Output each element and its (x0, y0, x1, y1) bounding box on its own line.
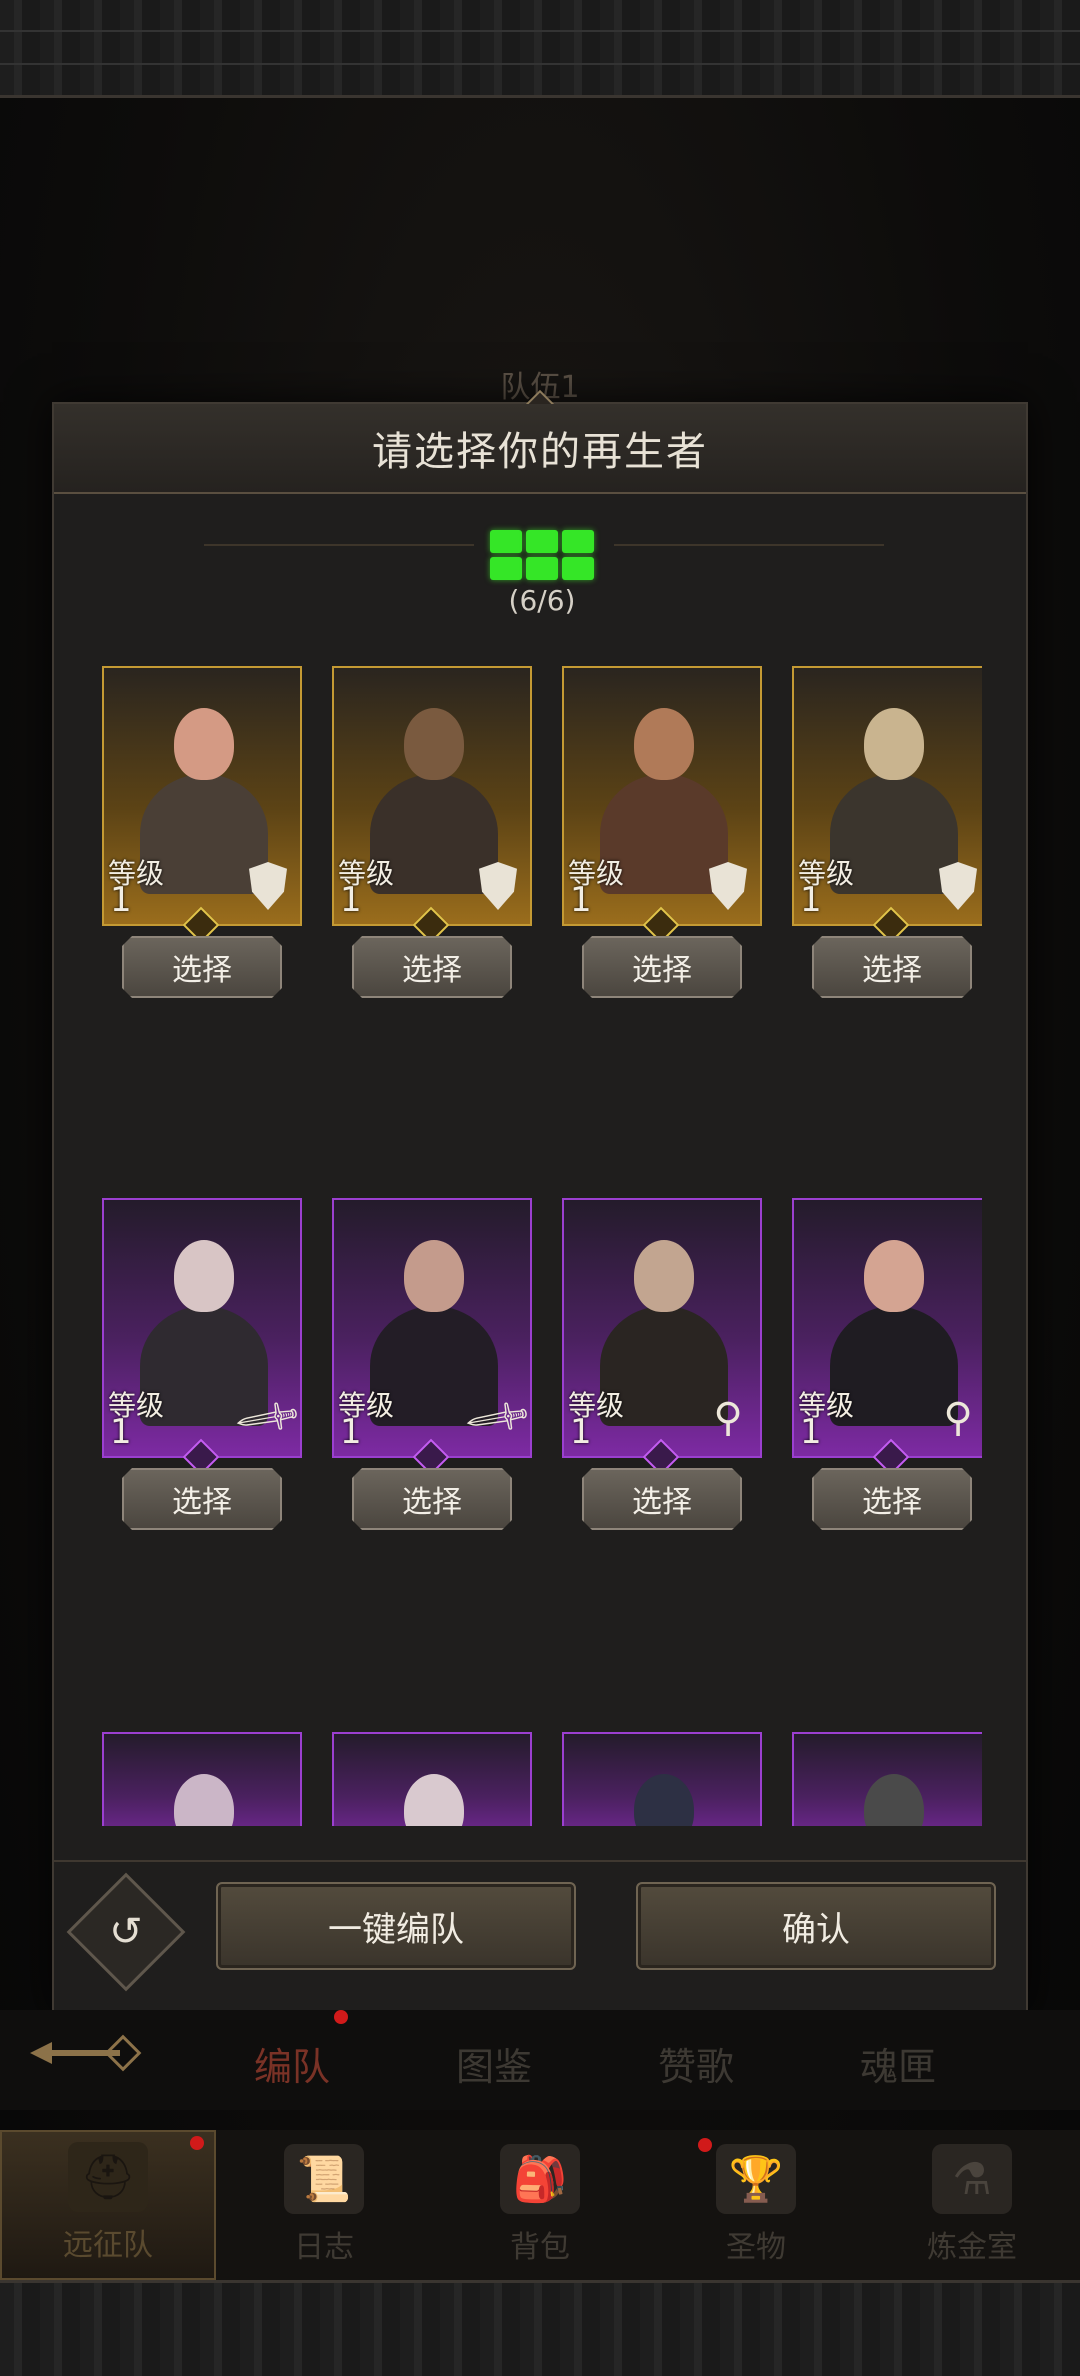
notification-dot (334, 2010, 348, 2024)
nav-label: 背包 (510, 2230, 570, 2265)
level-value: 1 (570, 880, 592, 920)
staff-icon: ⚲ (713, 1395, 743, 1441)
reset-button[interactable]: ↺ (66, 1872, 186, 1992)
sword-icon: 🗡 (460, 1381, 532, 1456)
hero-card (332, 1732, 532, 1826)
tab-formation[interactable]: 编队 (222, 2036, 362, 2091)
select-button[interactable]: 选择 (352, 936, 512, 998)
level-value: 1 (800, 880, 822, 920)
auto-team-button[interactable]: 一键编队 (216, 1882, 576, 1970)
shield-icon (706, 858, 750, 914)
notification-dot (190, 2136, 204, 2150)
shield-icon (476, 858, 520, 914)
bottom-ornament (0, 2280, 1080, 2376)
select-button[interactable]: 选择 (122, 1468, 282, 1530)
nav-backpack[interactable]: 🎒 背包 (432, 2130, 648, 2280)
bottom-navigation: ⛑ 远征队 📜 日志 🎒 背包 🏆 圣物 ⚗ 炼金室 (0, 2130, 1080, 2280)
screen: 队伍1 请选择你的再生者 (6/6) 等级 1 选择 等级 1 选择 等级 1 … (0, 0, 1080, 2376)
nav-label: 远征队 (63, 2228, 153, 2263)
hero-portrait[interactable]: 等级 1 (562, 666, 762, 926)
confirm-button[interactable]: 确认 (636, 1882, 996, 1970)
dialog-title: 请选择你的再生者 (372, 429, 708, 475)
horned-helmet-icon: ⛑ (68, 2142, 148, 2212)
hero-card: 等级 1 ⚲ 选择 (792, 1198, 982, 1518)
level-value: 1 (340, 1412, 362, 1452)
staff-icon: ⚲ (943, 1395, 973, 1441)
notification-dot (698, 2138, 712, 2152)
hero-card: 等级 1 ⚲ 选择 (562, 1198, 762, 1518)
slots-count: (6/6) (508, 584, 576, 617)
shield-icon (936, 858, 980, 914)
level-value: 1 (110, 880, 132, 920)
level-value: 1 (110, 1412, 132, 1452)
scroll-icon: 📜 (284, 2144, 364, 2214)
backpack-icon: 🎒 (500, 2144, 580, 2214)
level-value: 1 (800, 1412, 822, 1452)
nav-label: 日志 (294, 2230, 354, 2265)
tab-soul-box[interactable]: 魂匣 (828, 2036, 968, 2091)
tab-codex[interactable]: 图鉴 (424, 2036, 564, 2091)
nav-label: 炼金室 (927, 2230, 1017, 2265)
nav-alchemy[interactable]: ⚗ 炼金室 (864, 2130, 1080, 2280)
undo-icon: ↺ (109, 1908, 143, 1955)
hero-portrait[interactable]: 等级 1 🗡 (102, 1198, 302, 1458)
hero-card: 等级 1 选择 (562, 666, 762, 986)
dialog-header: 请选择你的再生者 (54, 404, 1026, 494)
hero-card (562, 1732, 762, 1826)
nav-relics[interactable]: 🏆 圣物 (648, 2130, 864, 2280)
hero-card (102, 1732, 302, 1826)
select-button[interactable]: 选择 (582, 1468, 742, 1530)
hero-portrait[interactable]: 等级 1 (792, 666, 982, 926)
select-button[interactable]: 选择 (352, 1468, 512, 1530)
hero-portrait[interactable]: 等级 1 (102, 666, 302, 926)
hero-list[interactable]: 等级 1 选择 等级 1 选择 等级 1 选择 等级 1 选择 等级 1 🗡 选… (102, 666, 982, 1826)
hero-portrait[interactable] (792, 1732, 982, 1826)
sub-tab-bar: 编队 图鉴 赞歌 魂匣 (0, 2010, 1080, 2110)
hero-card: 等级 1 🗡 选择 (102, 1198, 302, 1518)
select-regenerator-dialog: 请选择你的再生者 (6/6) 等级 1 选择 等级 1 选择 等级 1 选择 等… (52, 389, 1028, 2014)
nav-journal[interactable]: 📜 日志 (216, 2130, 432, 2280)
nav-label: 圣物 (726, 2230, 786, 2265)
hero-portrait[interactable] (102, 1732, 302, 1826)
hero-portrait[interactable]: 等级 1 🗡 (332, 1198, 532, 1458)
hero-card: 等级 1 🗡 选择 (332, 1198, 532, 1518)
select-button[interactable]: 选择 (582, 936, 742, 998)
select-button[interactable]: 选择 (812, 1468, 972, 1530)
level-value: 1 (340, 880, 362, 920)
sword-icon: 🗡 (230, 1381, 302, 1456)
chalice-icon: 🏆 (716, 2144, 796, 2214)
hero-card (792, 1732, 982, 1826)
tab-hymn[interactable]: 赞歌 (626, 2036, 766, 2091)
hero-portrait[interactable] (562, 1732, 762, 1826)
hero-card: 等级 1 选择 (102, 666, 302, 986)
alchemy-icon: ⚗ (932, 2144, 1012, 2214)
select-button[interactable]: 选择 (812, 936, 972, 998)
hero-portrait[interactable]: 等级 1 ⚲ (792, 1198, 982, 1458)
hero-portrait[interactable] (332, 1732, 532, 1826)
hero-portrait[interactable]: 等级 1 (332, 666, 532, 926)
back-arrow-icon[interactable] (30, 2030, 170, 2090)
level-value: 1 (570, 1412, 592, 1452)
select-button[interactable]: 选择 (122, 936, 282, 998)
nav-expedition[interactable]: ⛑ 远征队 (0, 2130, 216, 2280)
footer-divider (54, 1860, 1026, 1862)
hero-card: 等级 1 选择 (332, 666, 532, 986)
shield-icon (246, 858, 290, 914)
hero-card: 等级 1 选择 (792, 666, 982, 986)
top-ornament (0, 0, 1080, 98)
hero-portrait[interactable]: 等级 1 ⚲ (562, 1198, 762, 1458)
team-slots-icon (490, 530, 594, 580)
